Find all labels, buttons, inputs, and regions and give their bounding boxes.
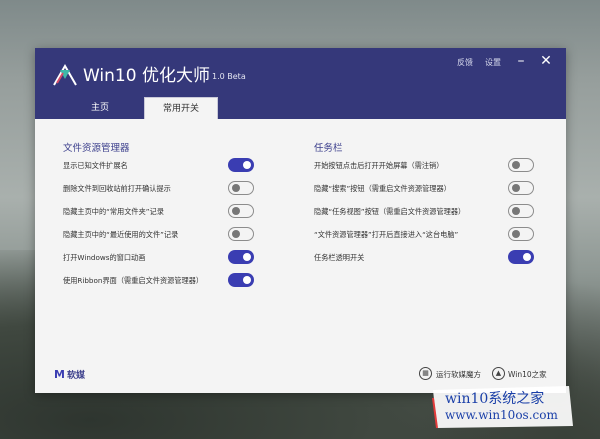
toggle-knob (512, 206, 520, 215)
switch-row: 开始按钮点击后打开开始屏幕（需注销） (314, 158, 554, 174)
close-button[interactable]: ✕ (539, 53, 553, 69)
switch-label: “文件资源管理器”打开后直接进入“这台电脑” (314, 230, 459, 239)
toggle-knob (243, 161, 251, 169)
switch-row: 显示已知文件扩展名 (63, 158, 303, 174)
app-logo-icon (53, 64, 77, 86)
watermark-title: win10系统之家 (445, 391, 545, 407)
run-magic-cube-link[interactable]: 运行软媒魔方 (436, 369, 481, 380)
toggle-knob (232, 206, 240, 215)
switch-row: 使用Ribbon界面（需重启文件资源管理器） (63, 273, 303, 289)
switch-row: 删除文件到回收站前打开确认提示 (63, 181, 303, 197)
toggle-delete-confirm[interactable] (228, 181, 254, 195)
watermark: win10系统之家 www.win10os.com (429, 384, 577, 430)
toggle-ribbon-ui[interactable] (228, 273, 254, 287)
toggle-knob (523, 253, 531, 261)
watermark-url: www.win10os.com (445, 408, 558, 422)
switch-row: 隐藏“搜索”按钮（需重启文件资源管理器） (314, 181, 554, 197)
toggle-hide-recent-files[interactable] (228, 227, 254, 241)
toggle-knob (512, 183, 520, 192)
toggle-start-screen[interactable] (508, 158, 534, 172)
switch-label: 打开Windows的窗口动画 (63, 253, 146, 262)
section-title-explorer: 文件资源管理器 (63, 143, 130, 154)
toggle-knob (232, 183, 240, 192)
win10-home-link[interactable]: Win10之家 (508, 369, 547, 380)
switch-label: 隐藏“任务视图”按钮（需重启文件资源管理器） (314, 207, 466, 216)
footer-brand[interactable]: M 软媒 (54, 368, 85, 381)
toggle-open-this-pc[interactable] (508, 227, 534, 241)
feedback-link[interactable]: 反馈 (457, 57, 473, 68)
tab-common-switches[interactable]: 常用开关 (144, 97, 218, 119)
cube-icon: ▦ (419, 367, 432, 380)
toggle-knob (512, 229, 520, 238)
toggle-window-animation[interactable] (228, 250, 254, 264)
switch-row: 打开Windows的窗口动画 (63, 250, 303, 266)
app-window: Win10 优化大师 1.0 Beta 反馈 设置 – ✕ 主页 常用开关 文件… (35, 48, 566, 393)
switch-label: 隐藏“搜索”按钮（需重启文件资源管理器） (314, 184, 451, 193)
title-bar: Win10 优化大师 1.0 Beta 反馈 设置 – ✕ 主页 常用开关 (35, 48, 566, 119)
app-title: Win10 优化大师 (83, 66, 210, 86)
toggle-taskbar-transparency[interactable] (508, 250, 534, 264)
home-icon: ▲ (492, 367, 505, 380)
toggle-knob (512, 160, 520, 169)
toggle-knob (243, 276, 251, 284)
footer-brand-label: 软媒 (66, 371, 85, 381)
toggle-hide-task-view[interactable] (508, 204, 534, 218)
switch-label: 任务栏透明开关 (314, 253, 365, 262)
tab-home[interactable]: 主页 (80, 97, 120, 119)
settings-link[interactable]: 设置 (485, 57, 501, 68)
switch-label: 隐藏主页中的“常用文件夹”记录 (63, 207, 164, 216)
switch-label: 使用Ribbon界面（需重启文件资源管理器） (63, 276, 204, 285)
switch-label: 隐藏主页中的“最近使用的文件”记录 (63, 230, 179, 239)
switch-label: 删除文件到回收站前打开确认提示 (63, 184, 171, 193)
toggle-hide-frequent-folders[interactable] (228, 204, 254, 218)
switch-row: 任务栏透明开关 (314, 250, 554, 266)
switch-row: 隐藏“任务视图”按钮（需重启文件资源管理器） (314, 204, 554, 220)
toggle-hide-search[interactable] (508, 181, 534, 195)
minimize-button[interactable]: – (514, 53, 528, 69)
switch-label: 显示已知文件扩展名 (63, 161, 128, 170)
toggle-show-extensions[interactable] (228, 158, 254, 172)
section-title-taskbar: 任务栏 (314, 143, 343, 154)
switch-row: “文件资源管理器”打开后直接进入“这台电脑” (314, 227, 554, 243)
toggle-knob (232, 229, 240, 238)
switch-label: 开始按钮点击后打开开始屏幕（需注销） (314, 161, 444, 170)
switch-row: 隐藏主页中的“常用文件夹”记录 (63, 204, 303, 220)
app-version: 1.0 Beta (212, 72, 246, 81)
toggle-knob (243, 253, 251, 261)
ruanmei-logo-icon: M (54, 368, 65, 381)
switch-row: 隐藏主页中的“最近使用的文件”记录 (63, 227, 303, 243)
